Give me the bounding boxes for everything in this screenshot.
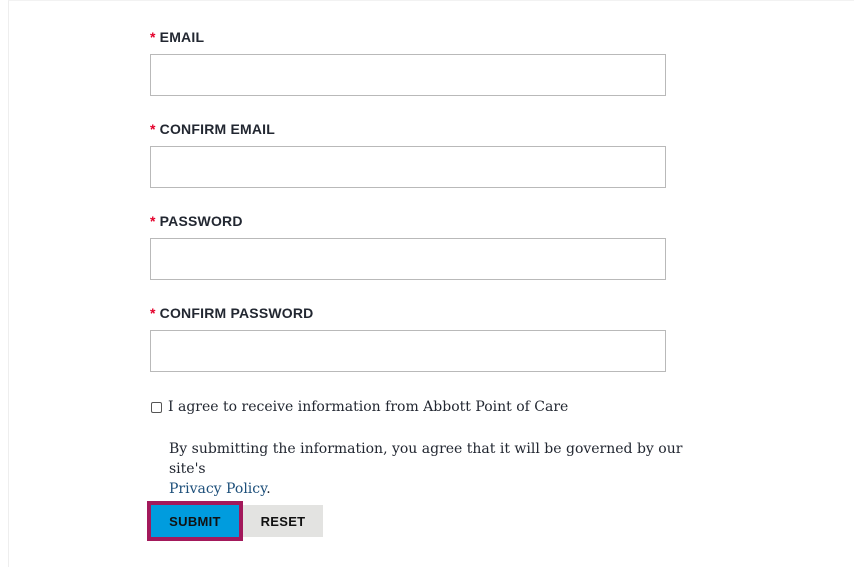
privacy-disclaimer: By submitting the information, you agree…	[169, 439, 689, 499]
registration-form-page: * EMAIL * CONFIRM EMAIL * PASSWORD * CONFIRM…	[8, 0, 854, 567]
disclaimer-end: .	[266, 481, 271, 497]
confirm-email-field-group: * CONFIRM EMAIL	[150, 120, 666, 188]
disclaimer-text: By submitting the information, you agree…	[169, 441, 683, 477]
password-field-group: * PASSWORD	[150, 212, 666, 280]
consent-checkbox[interactable]	[151, 401, 162, 413]
consent-label[interactable]: I agree to receive information from Abbo…	[168, 399, 568, 415]
email-input[interactable]	[150, 54, 666, 96]
confirm-password-label-text: CONFIRM PASSWORD	[159, 305, 314, 321]
required-marker: *	[150, 121, 156, 137]
confirm-password-field-group: * CONFIRM PASSWORD	[150, 304, 666, 372]
confirm-email-label-text: CONFIRM EMAIL	[159, 121, 276, 137]
required-marker: *	[150, 305, 156, 321]
consent-row: I agree to receive information from Abbo…	[151, 399, 568, 415]
reset-button[interactable]: RESET	[243, 505, 323, 537]
email-label: * EMAIL	[150, 28, 666, 46]
required-marker: *	[150, 29, 156, 45]
password-label: * PASSWORD	[150, 212, 666, 230]
confirm-email-input[interactable]	[150, 146, 666, 188]
email-label-text: EMAIL	[159, 29, 205, 45]
required-marker: *	[150, 213, 156, 229]
submit-button[interactable]: SUBMIT	[151, 505, 239, 537]
privacy-policy-link[interactable]: Privacy Policy	[169, 481, 266, 497]
password-input[interactable]	[150, 238, 666, 280]
email-field-group: * EMAIL	[150, 28, 666, 96]
submit-focus-outline: SUBMIT	[147, 501, 243, 541]
confirm-email-label: * CONFIRM EMAIL	[150, 120, 666, 138]
confirm-password-input[interactable]	[150, 330, 666, 372]
password-label-text: PASSWORD	[159, 213, 243, 229]
form-actions: SUBMIT RESET	[147, 501, 323, 541]
confirm-password-label: * CONFIRM PASSWORD	[150, 304, 666, 322]
